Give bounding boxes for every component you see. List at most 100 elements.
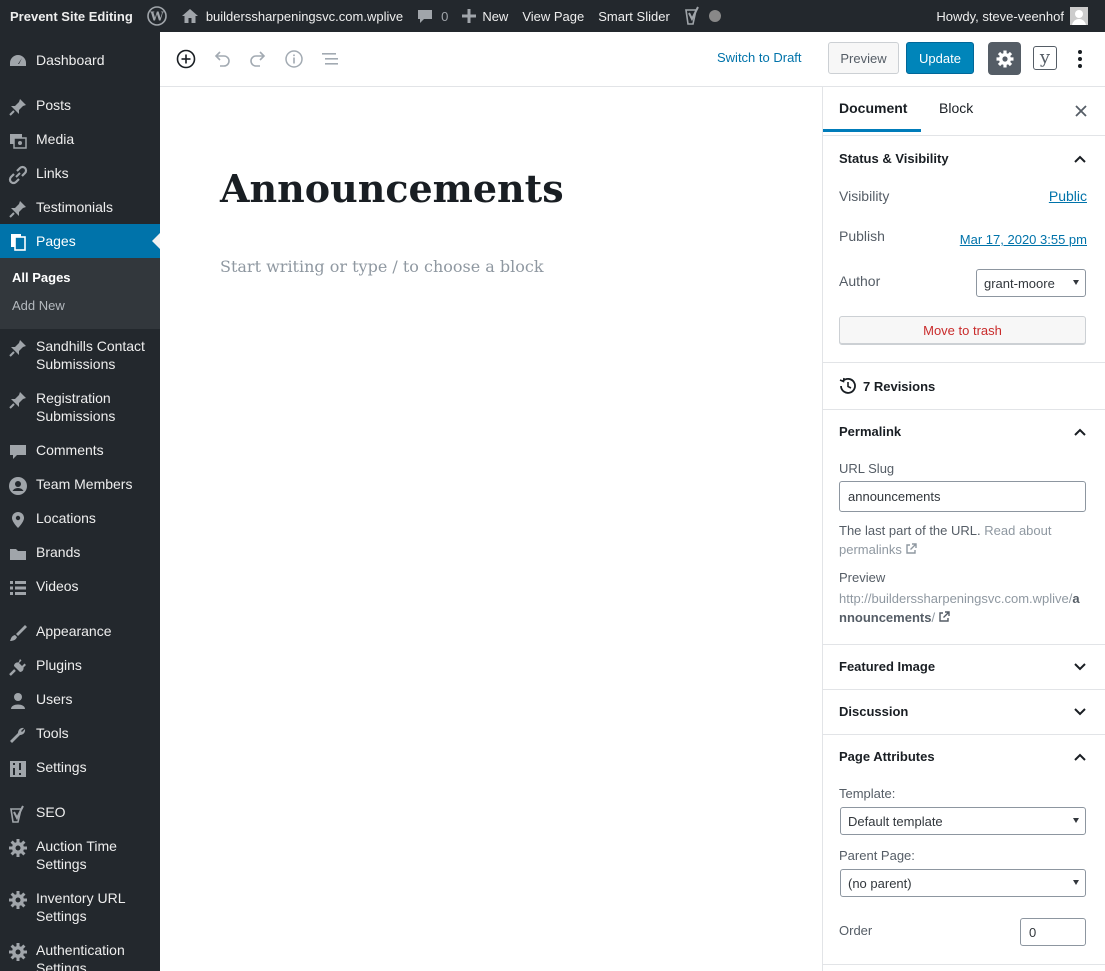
- tab-document[interactable]: Document: [839, 100, 907, 116]
- new-content-link[interactable]: New: [455, 0, 515, 32]
- menu-item-team-members[interactable]: Team Members: [0, 475, 160, 496]
- menu-item-brands[interactable]: Brands: [0, 543, 160, 564]
- tab-block[interactable]: Block: [939, 100, 973, 116]
- menu-item-locations[interactable]: Locations: [0, 509, 160, 530]
- my-account-link[interactable]: Howdy, steve-veenhof: [929, 0, 1105, 32]
- info-icon[interactable]: [284, 49, 304, 69]
- prevent-site-editing-link[interactable]: Prevent Site Editing: [0, 0, 140, 32]
- menu-item-inventory-url-settings[interactable]: Inventory URL Settings: [0, 889, 160, 925]
- caret-down-icon: [1073, 280, 1079, 285]
- order-input[interactable]: 0: [1020, 918, 1086, 946]
- menu-label-posts: Posts: [36, 97, 72, 113]
- menu-item-posts[interactable]: Posts: [0, 96, 160, 117]
- menu-item-users[interactable]: Users: [0, 690, 160, 711]
- preview-label: Preview: [839, 570, 886, 585]
- sidebar-tabs: Document Block: [823, 87, 1105, 136]
- url-slug-input[interactable]: announcements: [839, 481, 1086, 512]
- chevron-up-icon[interactable]: [1072, 424, 1088, 440]
- active-tab-indicator: [823, 129, 921, 132]
- menu-item-media[interactable]: Media: [0, 130, 160, 151]
- parent-page-select[interactable]: (no parent): [840, 869, 1086, 897]
- pin-icon: [0, 389, 36, 410]
- submenu-all-pages[interactable]: All Pages: [12, 270, 71, 285]
- divider: [823, 964, 1105, 965]
- url-slug-label: URL Slug: [839, 461, 895, 476]
- menu-item-auction-time-settings[interactable]: Auction Time Settings: [0, 837, 160, 873]
- author-select[interactable]: grant-moore: [976, 269, 1086, 297]
- pin-icon: [0, 198, 36, 219]
- yoast-seo-button[interactable]: y: [1033, 46, 1057, 70]
- template-value: Default template: [848, 813, 943, 829]
- yoast-icon: [0, 803, 36, 824]
- chevron-up-icon[interactable]: [1072, 151, 1088, 167]
- comments-count: 0: [441, 8, 449, 24]
- page-attributes-toggle[interactable]: Page Attributes: [839, 749, 935, 764]
- author-value: grant-moore: [984, 275, 1055, 291]
- chevron-up-icon[interactable]: [1072, 749, 1088, 765]
- more-options-icon[interactable]: [1070, 48, 1090, 70]
- add-block-icon[interactable]: [176, 49, 196, 69]
- menu-item-seo[interactable]: SEO: [0, 803, 160, 824]
- wrench-icon: [0, 724, 36, 745]
- menu-item-plugins[interactable]: Plugins: [0, 656, 160, 677]
- order-label: Order: [839, 923, 873, 938]
- smart-slider-link[interactable]: Smart Slider: [591, 0, 677, 32]
- view-page-link[interactable]: View Page: [515, 0, 591, 32]
- featured-image-toggle[interactable]: Featured Image: [839, 659, 935, 674]
- template-select[interactable]: Default template: [840, 807, 1086, 835]
- menu-item-tools[interactable]: Tools: [0, 724, 160, 745]
- external-link-icon: [906, 543, 917, 554]
- menu-label-registration: Registration Submissions: [36, 390, 116, 424]
- menu-item-registration-submissions[interactable]: Registration Submissions: [0, 389, 160, 425]
- settings-gear-button[interactable]: [988, 42, 1021, 75]
- seo-status-dot-icon: [708, 0, 728, 32]
- caret-down-icon: [1073, 818, 1079, 823]
- menu-label-comments: Comments: [36, 442, 104, 458]
- home-icon: [181, 7, 199, 25]
- undo-icon[interactable]: [212, 49, 232, 69]
- permalink-toggle[interactable]: Permalink: [839, 424, 901, 439]
- menu-item-authentication-settings[interactable]: Authentication Settings: [0, 941, 160, 971]
- move-to-trash-button[interactable]: Move to trash: [839, 316, 1086, 345]
- update-button[interactable]: Update: [906, 42, 974, 74]
- menu-item-links[interactable]: Links: [0, 164, 160, 185]
- admin-bar: Prevent Site Editing W builderssharpenin…: [0, 0, 1105, 32]
- howdy-label: Howdy, steve-veenhof: [936, 8, 1064, 24]
- preview-button[interactable]: Preview: [828, 42, 899, 74]
- default-block-appender[interactable]: Start writing or type / to choose a bloc…: [220, 257, 544, 276]
- menu-item-dashboard[interactable]: Dashboard: [0, 51, 160, 72]
- chevron-down-icon[interactable]: [1072, 704, 1088, 720]
- pin-icon: [0, 96, 36, 117]
- yoast-seo-icon[interactable]: [677, 0, 709, 32]
- menu-label-videos: Videos: [36, 578, 79, 594]
- menu-item-sandhills-contact-submissions[interactable]: Sandhills Contact Submissions: [0, 337, 160, 373]
- menu-item-comments[interactable]: Comments: [0, 441, 160, 462]
- close-icon[interactable]: [1073, 103, 1089, 119]
- menu-item-pages[interactable]: Pages: [0, 224, 160, 258]
- menu-item-appearance[interactable]: Appearance: [0, 622, 160, 643]
- menu-label-pages: Pages: [36, 233, 76, 249]
- discussion-toggle[interactable]: Discussion: [839, 704, 908, 719]
- visibility-link[interactable]: Public: [1049, 188, 1087, 204]
- switch-to-draft-button[interactable]: Switch to Draft: [717, 50, 802, 65]
- wordpress-logo-icon[interactable]: W: [140, 0, 174, 32]
- list-icon: [0, 577, 36, 598]
- submenu-add-new[interactable]: Add New: [12, 298, 65, 313]
- menu-item-videos[interactable]: Videos: [0, 577, 160, 598]
- status-visibility-toggle[interactable]: Status & Visibility: [839, 151, 949, 166]
- redo-icon[interactable]: [248, 49, 268, 69]
- site-name-link[interactable]: builderssharpeningsvc.com.wplive: [174, 0, 410, 32]
- revisions-link[interactable]: 7 Revisions: [839, 377, 935, 395]
- menu-label-locations: Locations: [36, 510, 96, 526]
- menu-item-testimonials[interactable]: Testimonials: [0, 198, 160, 219]
- menu-label-tools: Tools: [36, 725, 69, 741]
- publish-date-link[interactable]: Mar 17, 2020 3:55 pm: [960, 232, 1087, 247]
- menu-label-appearance: Appearance: [36, 623, 112, 639]
- menu-item-settings[interactable]: Settings: [0, 758, 160, 779]
- post-title[interactable]: Announcements: [220, 166, 564, 211]
- chevron-down-icon[interactable]: [1072, 659, 1088, 675]
- permalink-help-text: The last part of the URL. Read about perm…: [839, 523, 1052, 557]
- preview-url-link[interactable]: http://builderssharpeningsvc.com.wplive/…: [839, 589, 1083, 627]
- block-navigation-icon[interactable]: [320, 49, 340, 69]
- comments-link[interactable]: 0: [410, 0, 455, 32]
